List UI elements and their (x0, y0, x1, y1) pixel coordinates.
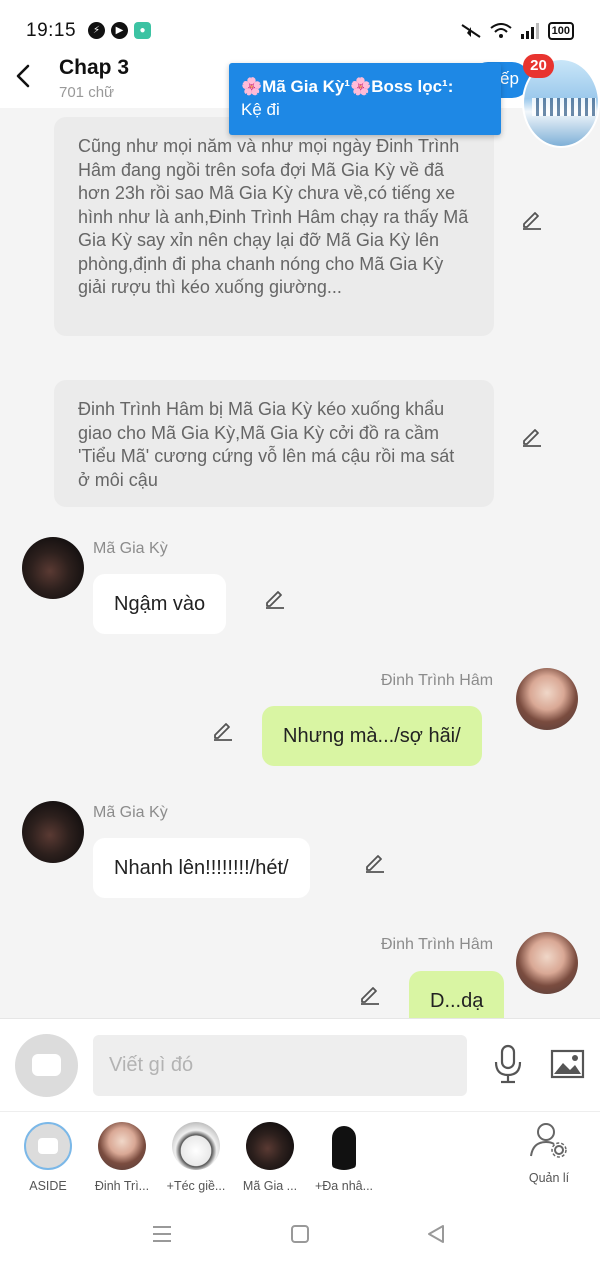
message-bubble-right[interactable]: Nhưng mà.../sợ hãi/ (262, 706, 482, 766)
message-bubble-left[interactable]: Nhanh lên!!!!!!!!/hét/ (93, 838, 310, 898)
character-label: ASIDE (29, 1179, 67, 1193)
character-label: +Đa nhâ... (314, 1179, 374, 1193)
character-label: Mã Gia ... (242, 1179, 298, 1193)
chat-screen: 19:15 ⚡ ▶ ● 100 Chap 3 701 chữ ếp 🌸Mã Gi… (0, 0, 600, 1267)
manage-label: Quản lí (528, 1171, 570, 1185)
microphone-icon[interactable] (493, 1044, 523, 1084)
chat-app-icon: ● (134, 22, 151, 39)
character-avatar (98, 1122, 146, 1170)
notification-popup[interactable]: 🌸Mã Gia Kỳ¹🌸Boss lọc¹: Kệ đi (229, 63, 501, 135)
mute-icon (461, 24, 481, 38)
avatar-dinh-trinh-ham[interactable] (516, 932, 578, 994)
status-bar: 19:15 ⚡ ▶ ● 100 (0, 0, 600, 56)
narration-bubble[interactable]: Đinh Trình Hâm bị Mã Gia Kỳ kéo xuống kh… (54, 380, 494, 507)
user-settings-icon (530, 1123, 567, 1158)
edit-pencil-icon[interactable] (363, 850, 387, 874)
messenger-icon: ⚡ (88, 22, 105, 39)
edit-pencil-icon[interactable] (520, 424, 544, 448)
aside-toggle-button[interactable] (15, 1034, 78, 1097)
signal-icon (520, 23, 539, 39)
battery-indicator: 100 (547, 22, 574, 40)
edit-pencil-icon[interactable] (358, 982, 382, 1006)
chat-bubble-icon (32, 1054, 61, 1076)
wifi-icon (490, 23, 512, 38)
back-arrow-icon[interactable] (12, 62, 34, 90)
notification-sender: 🌸Mã Gia Kỳ¹🌸Boss lọc¹: (241, 77, 454, 96)
avatar-ma-gia-ky[interactable] (22, 801, 84, 863)
character-tec-gie[interactable]: +Téc giề... (164, 1122, 228, 1193)
avatar-dinh-trinh-ham[interactable] (516, 668, 578, 730)
sender-name: Đinh Trình Hâm (381, 672, 494, 689)
sender-name: Mã Gia Kỳ (93, 540, 168, 557)
message-input[interactable] (93, 1035, 467, 1096)
character-da-nha[interactable]: +Đa nhâ... (312, 1122, 376, 1193)
character-label: +Téc giề... (166, 1179, 226, 1193)
media-icon: ▶ (111, 22, 128, 39)
character-selector: ASIDE Đinh Trì... +Téc giề... Mã Gia ...… (0, 1111, 600, 1201)
status-right-icons: 100 (460, 22, 574, 40)
avatar-ma-gia-ky[interactable] (22, 537, 84, 599)
word-count: 701 chữ (59, 84, 115, 101)
character-avatar (320, 1122, 368, 1170)
page-title: Chap 3 (59, 56, 130, 79)
image-icon[interactable] (550, 1049, 585, 1079)
aside-avatar (24, 1122, 72, 1170)
chat-bubble-icon (38, 1138, 58, 1154)
character-ma-gia-ky[interactable]: Mã Gia ... (238, 1122, 302, 1193)
notification-message: Kệ đi (241, 100, 280, 119)
status-time: 19:15 (26, 20, 77, 41)
home-icon[interactable] (288, 1223, 312, 1245)
system-nav-bar (0, 1201, 600, 1267)
status-app-icons: ⚡ ▶ ● (88, 22, 151, 39)
character-aside[interactable]: ASIDE (16, 1122, 80, 1193)
manage-characters-button[interactable]: Quản lí (524, 1120, 574, 1185)
character-avatar (246, 1122, 294, 1170)
narration-bubble[interactable]: Cũng như mọi năm và như mọi ngày Đinh Tr… (54, 117, 494, 336)
edit-pencil-icon[interactable] (211, 718, 235, 742)
back-icon[interactable] (424, 1223, 448, 1245)
character-label: Đinh Trì... (94, 1179, 150, 1193)
edit-pencil-icon[interactable] (520, 207, 544, 231)
message-input-bar (0, 1018, 600, 1111)
edit-pencil-icon[interactable] (263, 586, 287, 610)
character-dinh-trinh-ham[interactable]: Đinh Trì... (90, 1122, 154, 1193)
sender-name: Đinh Trình Hâm (381, 936, 494, 953)
menu-icon[interactable] (150, 1223, 174, 1245)
sender-name: Mã Gia Kỳ (93, 804, 168, 821)
notification-badge: 20 (523, 54, 554, 78)
character-avatar (172, 1122, 220, 1170)
message-bubble-left[interactable]: Ngậm vào (93, 574, 227, 634)
